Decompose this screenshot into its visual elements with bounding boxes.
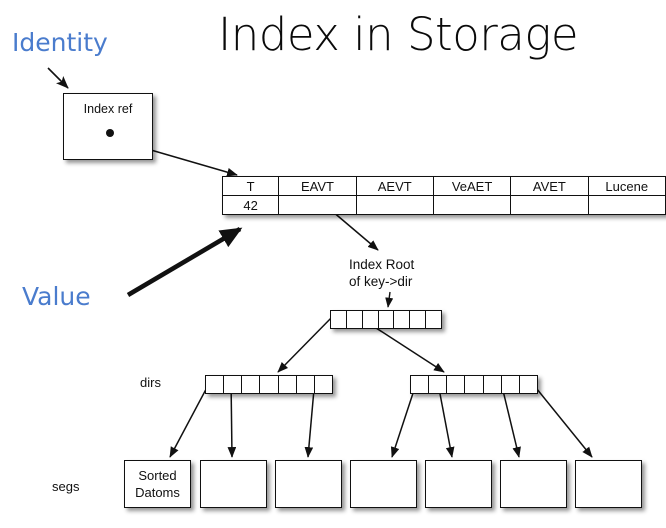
root-cell bbox=[394, 311, 411, 328]
root-cell bbox=[379, 311, 395, 328]
table-header-cell-t: T bbox=[221, 176, 280, 196]
table-header-cell-aevt: AEVT bbox=[355, 176, 434, 196]
value-annotation: Value bbox=[22, 282, 91, 311]
table-header-cell-lucene: Lucene bbox=[587, 176, 666, 196]
table-header-cell-veaet: VeAET bbox=[432, 176, 512, 196]
dir-cell bbox=[260, 376, 279, 393]
dir-cell bbox=[484, 376, 502, 393]
dir-cell bbox=[447, 376, 466, 393]
table-header-cell-avet: AVET bbox=[510, 176, 589, 196]
identity-annotation: Identity bbox=[12, 28, 108, 57]
index-ref-box: Index ref bbox=[63, 93, 153, 160]
arrow-identity-to-index-ref bbox=[47, 67, 69, 89]
connector-layer bbox=[47, 67, 593, 458]
table-header-row: T EAVT AEVT VeAET AVET Lucene bbox=[221, 176, 666, 196]
index-table: T EAVT AEVT VeAET AVET Lucene 42 bbox=[221, 176, 666, 215]
index-ref-label: Index ref bbox=[83, 102, 133, 116]
root-cell bbox=[410, 311, 427, 328]
dir-cell bbox=[465, 376, 484, 393]
dir-cell bbox=[315, 376, 332, 393]
arrow-root-to-dir-left bbox=[277, 312, 337, 373]
seg-box-label: Sorted Datoms bbox=[125, 467, 190, 501]
index-root-note-line1: Index Root bbox=[349, 257, 415, 272]
dir-cell bbox=[520, 376, 537, 393]
seg-box-label-line1: Sorted bbox=[138, 468, 177, 483]
seg-box bbox=[275, 460, 342, 508]
table-header-cell-eavt: EAVT bbox=[278, 176, 357, 196]
root-cell bbox=[347, 311, 363, 328]
root-cell bbox=[331, 311, 347, 328]
slide-canvas: Index in Storage Identity Value Index re… bbox=[0, 0, 666, 528]
seg-box bbox=[575, 460, 642, 508]
table-cell-avet-value bbox=[510, 195, 589, 215]
index-root-note-line2: of key->dir bbox=[349, 274, 413, 289]
dir-cell bbox=[224, 376, 243, 393]
seg-box bbox=[425, 460, 492, 508]
dir-strip-right bbox=[410, 375, 538, 394]
arrow-table-to-index-root-note bbox=[331, 210, 379, 251]
index-root-note: Index Root of key->dir bbox=[349, 256, 414, 290]
table-row: 42 bbox=[221, 195, 666, 215]
seg-box bbox=[200, 460, 267, 508]
seg-box-label-line2: Datoms bbox=[135, 485, 180, 500]
segs-row-label: segs bbox=[52, 479, 80, 494]
table-cell-t-value: 42 bbox=[221, 195, 280, 215]
table-cell-lucene-value bbox=[587, 195, 666, 215]
dir-cell bbox=[429, 376, 448, 393]
dir-cell bbox=[206, 376, 225, 393]
table-cell-eavt-value bbox=[278, 195, 357, 215]
dir-cell bbox=[242, 376, 261, 393]
arrow-value-to-table bbox=[126, 227, 243, 297]
index-ref-pointer-dot bbox=[106, 129, 114, 137]
table-cell-veaet-value bbox=[432, 195, 512, 215]
seg-box bbox=[500, 460, 567, 508]
index-root-strip bbox=[330, 310, 442, 329]
dir-cell bbox=[297, 376, 315, 393]
dir-cell bbox=[411, 376, 430, 393]
dirs-row-label: dirs bbox=[140, 375, 161, 390]
dir-cell bbox=[502, 376, 520, 393]
root-cell bbox=[426, 311, 441, 328]
table-cell-aevt-value bbox=[355, 195, 434, 215]
seg-box bbox=[350, 460, 417, 508]
dir-strip-left bbox=[205, 375, 333, 394]
arrow-index-root-note-to-root bbox=[385, 291, 394, 308]
root-cell bbox=[363, 311, 379, 328]
page-title: Index in Storage bbox=[217, 8, 579, 61]
seg-box: Sorted Datoms bbox=[124, 460, 191, 508]
dir-cell bbox=[279, 376, 297, 393]
